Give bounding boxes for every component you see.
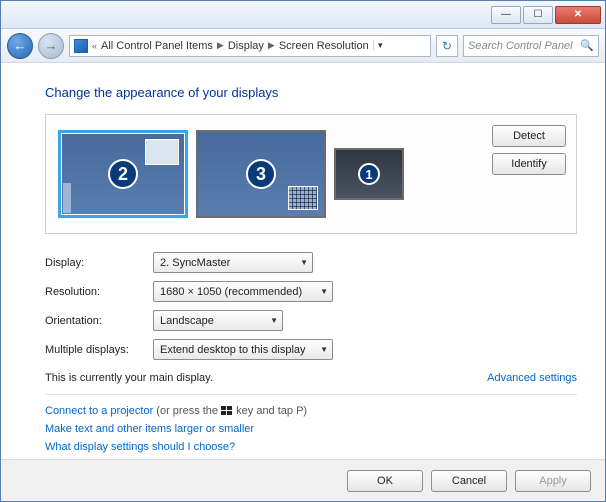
- chevron-right-icon: ▶: [268, 40, 275, 51]
- textsize-line: Make text and other items larger or smal…: [45, 423, 577, 435]
- apply-button[interactable]: Apply: [515, 470, 591, 492]
- resolution-select[interactable]: 1680 × 1050 (recommended) ▼: [153, 281, 333, 302]
- back-button[interactable]: ←: [7, 33, 33, 59]
- cancel-button[interactable]: Cancel: [431, 470, 507, 492]
- close-button[interactable]: ✕: [555, 6, 601, 24]
- monitor-1[interactable]: 1: [334, 148, 404, 200]
- address-bar[interactable]: « All Control Panel Items ▶ Display ▶ Sc…: [69, 35, 431, 57]
- identify-button[interactable]: Identify: [492, 153, 566, 175]
- content-area: Change the appearance of your displays 2…: [1, 63, 605, 459]
- ok-button[interactable]: OK: [347, 470, 423, 492]
- search-input[interactable]: Search Control Panel 🔍: [463, 35, 599, 57]
- forward-button[interactable]: →: [38, 33, 64, 59]
- breadcrumb-item[interactable]: All Control Panel Items: [101, 40, 213, 52]
- monitor-actions: Detect Identify: [492, 125, 566, 175]
- detect-button[interactable]: Detect: [492, 125, 566, 147]
- projector-hint-before: (or press the: [153, 405, 221, 417]
- whatsettings-line: What display settings should I choose?: [45, 441, 577, 453]
- dialog-footer: OK Cancel Apply: [1, 459, 605, 501]
- separator: [45, 394, 577, 395]
- search-icon: 🔍: [580, 39, 594, 52]
- search-placeholder: Search Control Panel: [468, 40, 573, 52]
- breadcrumb-item[interactable]: Screen Resolution: [279, 40, 369, 52]
- multiple-displays-select[interactable]: Extend desktop to this display ▼: [153, 339, 333, 360]
- monitor-number: 3: [246, 159, 276, 189]
- minimize-button[interactable]: —: [491, 6, 521, 24]
- chevron-right-icon: ▶: [217, 40, 224, 51]
- select-value: 2. SyncMaster: [160, 257, 230, 269]
- projector-hint-after: key and tap P): [233, 405, 307, 417]
- orientation-label: Orientation:: [45, 315, 153, 327]
- display-row: Display: 2. SyncMaster ▼: [45, 252, 577, 273]
- chevron-down-icon: ▼: [270, 316, 278, 325]
- windows-key-icon: [221, 406, 233, 417]
- multiple-displays-label: Multiple displays:: [45, 344, 153, 356]
- status-line: This is currently your main display. Adv…: [45, 372, 577, 384]
- breadcrumb-item[interactable]: Display: [228, 40, 264, 52]
- chevron-down-icon: ▼: [320, 287, 328, 296]
- display-label: Display:: [45, 257, 153, 269]
- navigation-toolbar: ← → « All Control Panel Items ▶ Display …: [1, 29, 605, 63]
- refresh-button[interactable]: ↻: [436, 35, 458, 57]
- address-dropdown[interactable]: ▾: [373, 40, 387, 51]
- what-settings-link[interactable]: What display settings should I choose?: [45, 441, 235, 453]
- text-size-link[interactable]: Make text and other items larger or smal…: [45, 423, 254, 435]
- select-value: 1680 × 1050 (recommended): [160, 286, 302, 298]
- chevron-down-icon: ▼: [320, 345, 328, 354]
- orientation-select[interactable]: Landscape ▼: [153, 310, 283, 331]
- display-arrangement-box[interactable]: 2 3 1 Detect Identify: [45, 114, 577, 234]
- projector-line: Connect to a projector (or press the key…: [45, 405, 577, 417]
- resolution-label: Resolution:: [45, 286, 153, 298]
- multiple-displays-row: Multiple displays: Extend desktop to thi…: [45, 339, 577, 360]
- page-title: Change the appearance of your displays: [45, 85, 577, 100]
- breadcrumb-prefix: «: [92, 41, 97, 51]
- main-display-status: This is currently your main display.: [45, 372, 213, 384]
- control-panel-icon: [74, 39, 88, 53]
- connect-projector-link[interactable]: Connect to a projector: [45, 405, 153, 417]
- monitor-3[interactable]: 3: [196, 130, 326, 218]
- display-select[interactable]: 2. SyncMaster ▼: [153, 252, 313, 273]
- screen-resolution-window: — ☐ ✕ ← → « All Control Panel Items ▶ Di…: [0, 0, 606, 502]
- advanced-settings-link[interactable]: Advanced settings: [487, 372, 577, 384]
- window-titlebar: — ☐ ✕: [1, 1, 605, 29]
- chevron-down-icon: ▼: [300, 258, 308, 267]
- monitor-number: 2: [108, 159, 138, 189]
- maximize-button[interactable]: ☐: [523, 6, 553, 24]
- orientation-row: Orientation: Landscape ▼: [45, 310, 577, 331]
- monitor-number: 1: [358, 163, 380, 185]
- select-value: Landscape: [160, 315, 214, 327]
- resolution-row: Resolution: 1680 × 1050 (recommended) ▼: [45, 281, 577, 302]
- monitor-2[interactable]: 2: [58, 130, 188, 218]
- select-value: Extend desktop to this display: [160, 344, 306, 356]
